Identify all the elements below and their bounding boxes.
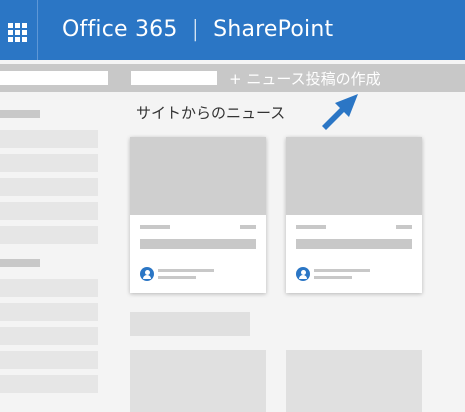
- nav-item-placeholder[interactable]: [0, 375, 98, 393]
- app-launcher-button[interactable]: [0, 15, 34, 49]
- content-placeholder: [130, 350, 266, 412]
- author-name-placeholder: [314, 269, 370, 272]
- left-navigation: [0, 92, 120, 412]
- pointer-arrow-icon: [322, 94, 358, 130]
- news-card-image: [130, 137, 266, 215]
- nav-item-placeholder[interactable]: [0, 226, 98, 244]
- card-meta-placeholder: [396, 225, 412, 229]
- person-icon: [300, 269, 306, 275]
- author-avatar: [296, 267, 310, 281]
- news-section-title: サイトからのニュース: [136, 104, 286, 122]
- app-name[interactable]: Office 365: [62, 17, 178, 42]
- author-avatar: [140, 267, 154, 281]
- card-title-placeholder: [140, 239, 256, 249]
- sharepoint-page: Office 365 | SharePoint + ニュース投稿の作成 サイトからの…: [0, 0, 465, 412]
- site-name[interactable]: SharePoint: [213, 17, 333, 42]
- command-placeholder[interactable]: [131, 71, 217, 85]
- nav-item-placeholder[interactable]: [0, 178, 98, 196]
- nav-item-placeholder[interactable]: [0, 279, 98, 297]
- news-card[interactable]: [130, 137, 266, 293]
- nav-item-placeholder[interactable]: [0, 154, 98, 172]
- person-icon: [144, 269, 150, 275]
- app-launcher-icon: [7, 22, 27, 42]
- nav-item-placeholder[interactable]: [0, 327, 98, 345]
- suite-divider: [37, 0, 38, 60]
- card-meta-placeholder: [240, 225, 256, 229]
- nav-heading-placeholder: [0, 110, 40, 118]
- card-title-placeholder: [296, 239, 412, 249]
- card-meta-placeholder: [140, 225, 170, 229]
- author-date-placeholder: [158, 276, 196, 279]
- main-content: サイトからのニュース: [120, 92, 465, 412]
- suite-title: Office 365 | SharePoint: [62, 17, 333, 42]
- command-bar: + ニュース投稿の作成: [0, 64, 465, 92]
- nav-item-placeholder[interactable]: [0, 303, 98, 321]
- nav-item-placeholder[interactable]: [0, 351, 98, 369]
- news-card-image: [286, 137, 422, 215]
- title-separator: |: [191, 17, 200, 42]
- suite-bar: Office 365 | SharePoint: [0, 0, 465, 60]
- content-placeholder: [286, 350, 422, 412]
- author-name-placeholder: [158, 269, 214, 272]
- author-date-placeholder: [314, 276, 352, 279]
- section-heading-placeholder: [130, 312, 250, 336]
- news-card[interactable]: [286, 137, 422, 293]
- card-meta-placeholder: [296, 225, 326, 229]
- nav-item-placeholder[interactable]: [0, 130, 98, 148]
- nav-item-placeholder[interactable]: [0, 202, 98, 220]
- search-box-placeholder[interactable]: [0, 71, 108, 85]
- nav-heading-placeholder: [0, 259, 40, 267]
